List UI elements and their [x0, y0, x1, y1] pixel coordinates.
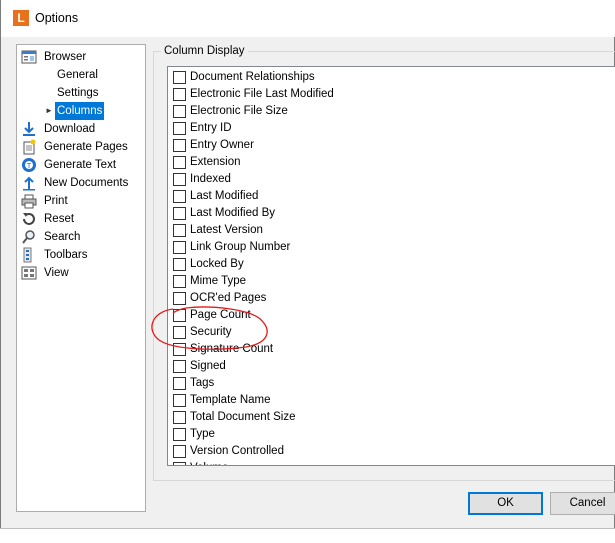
checkbox[interactable]	[173, 309, 186, 322]
generate-pages-icon	[21, 139, 37, 155]
checkbox[interactable]	[173, 360, 186, 373]
column-option-label: Indexed	[190, 173, 231, 185]
column-option-label: Signed	[190, 360, 226, 372]
checkbox[interactable]	[173, 258, 186, 271]
tree-item-label: Generate Text	[44, 159, 117, 171]
ok-button[interactable]: OK	[468, 492, 543, 515]
generate-text-icon: T	[21, 157, 37, 173]
column-option-label: Latest Version	[190, 224, 263, 236]
column-option-label: Entry Owner	[190, 139, 254, 151]
checkbox[interactable]	[173, 462, 186, 465]
column-option-label: Last Modified By	[190, 207, 276, 219]
column-option-label: Extension	[190, 156, 241, 168]
checkbox[interactable]	[173, 156, 186, 169]
checkbox[interactable]	[173, 71, 186, 84]
checkbox[interactable]	[173, 190, 186, 203]
checkbox[interactable]	[173, 173, 186, 186]
column-option-label: Type	[190, 428, 215, 440]
checkbox[interactable]	[173, 394, 186, 407]
column-display-list[interactable]: Document Relationships Electronic File La…	[167, 66, 615, 466]
print-icon	[21, 193, 37, 209]
checkbox[interactable]	[173, 411, 186, 424]
tree-item-label: Browser	[44, 51, 87, 63]
checkbox[interactable]	[173, 326, 186, 339]
checkbox[interactable]	[173, 241, 186, 254]
new-documents-icon	[21, 175, 37, 191]
svg-text:T: T	[26, 162, 32, 170]
column-option-label: Volume	[190, 460, 228, 465]
tree-item-label: Settings	[57, 87, 99, 99]
checkbox[interactable]	[173, 428, 186, 441]
tree-item-label: Download	[44, 123, 96, 135]
column-option-label: Link Group Number	[190, 241, 291, 253]
tree-item-label: General	[57, 69, 98, 81]
column-option-label: Electronic File Last Modified	[190, 88, 334, 100]
column-option-label: OCR'ed Pages	[190, 292, 267, 304]
tree-item-label: Reset	[44, 213, 75, 225]
checkbox[interactable]	[173, 139, 186, 152]
window-title: Options	[35, 11, 79, 25]
column-option-label: Template Name	[190, 394, 271, 406]
search-icon	[21, 229, 37, 245]
view-icon	[21, 265, 37, 281]
cancel-button[interactable]: Cancel	[550, 492, 615, 515]
tree-item-label: Generate Pages	[44, 141, 128, 153]
browser-icon	[21, 49, 37, 65]
tree-item-label: Columns	[55, 102, 105, 120]
checkbox[interactable]	[173, 377, 186, 390]
title-bar[interactable]: L Options	[1, 0, 615, 37]
toolbars-icon	[21, 247, 37, 263]
tree-item-label: Search	[44, 231, 81, 243]
checkbox[interactable]	[173, 292, 186, 305]
checkbox[interactable]	[173, 445, 186, 458]
column-option-label: Signature Count	[190, 343, 274, 355]
column-option-label: Entry ID	[190, 122, 232, 134]
column-option-label: Version Controlled	[190, 445, 284, 457]
window-bottom-edge	[0, 528, 615, 543]
app-logo-icon: L	[13, 10, 29, 26]
checkbox[interactable]	[173, 105, 186, 118]
column-option-label: Document Relationships	[190, 71, 315, 83]
tree-item-label: View	[44, 267, 69, 279]
expand-arrow-icon[interactable]: ►	[45, 102, 53, 120]
reset-icon	[21, 211, 37, 227]
column-option-label: Tags	[190, 377, 215, 389]
checkbox[interactable]	[173, 343, 186, 356]
column-option-label: Security	[190, 326, 232, 338]
column-option-label: Locked By	[190, 258, 244, 270]
checkbox[interactable]	[173, 224, 186, 237]
column-option-label: Last Modified	[190, 190, 259, 202]
tree-item-label: New Documents	[44, 177, 129, 189]
column-display-label: Column Display	[161, 45, 248, 57]
column-option-label: Page Count	[190, 309, 251, 321]
options-dialog: L Options Browser General Settings ► Columns…	[0, 0, 615, 528]
checkbox[interactable]	[173, 122, 186, 135]
download-icon	[21, 121, 37, 137]
options-category-tree[interactable]: Browser General Settings ► Columns Download Ge…	[16, 44, 146, 512]
tree-item-label: Toolbars	[44, 249, 88, 261]
tree-item-label: Print	[44, 195, 68, 207]
column-option-label: Total Document Size	[190, 411, 296, 423]
column-option-label: Electronic File Size	[190, 105, 288, 117]
column-option-label: Mime Type	[190, 275, 247, 287]
checkbox[interactable]	[173, 275, 186, 288]
checkbox[interactable]	[173, 207, 186, 220]
checkbox[interactable]	[173, 88, 186, 101]
